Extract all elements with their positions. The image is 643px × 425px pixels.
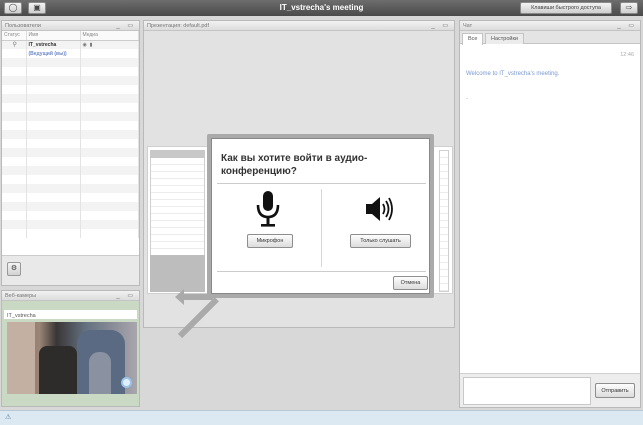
user-name: IT_vstrecha — [28, 41, 57, 48]
chat-panel-header: Чат _ ▭ — [460, 21, 640, 31]
user-row-sub: (Ведущий (вы)) — [2, 49, 139, 58]
chat-tabs: Все Настройки — [460, 31, 640, 45]
users-table: Статус Имя Медиа ⚲ IT_vstrecha ◉ ▮ (Веду… — [2, 31, 139, 238]
users-panel-header: Пользователи _ ▭ — [2, 21, 139, 31]
presentation-panel-title: Презентация: default.pdf — [147, 23, 209, 29]
users-panel-window-controls[interactable]: _ ▭ — [116, 22, 136, 29]
webcam-stream-label: IT_vstrecha — [4, 310, 137, 319]
divider — [217, 183, 426, 184]
audio-join-dialog: Как вы хотите войти в аудио-конференцию?… — [211, 138, 430, 294]
presentation-panel-header: Презентация: default.pdf _ ▭ — [144, 21, 454, 31]
send-button[interactable]: Отправить — [595, 383, 635, 398]
mic-icon[interactable]: ▮ — [90, 42, 93, 48]
chat-welcome-message: Welcome to IT_vstrecha's meeting. — [466, 71, 560, 77]
vertical-divider — [321, 189, 322, 267]
cancel-button[interactable]: Отмена — [393, 276, 428, 290]
arrow-diagonal-icon — [177, 297, 219, 339]
chat-message-input[interactable] — [463, 377, 591, 405]
microphone-button[interactable]: Микрофон — [247, 234, 293, 248]
webcam-video[interactable] — [7, 322, 137, 394]
webcams-panel-window-controls[interactable]: _ ▭ — [116, 292, 136, 299]
logout-icon[interactable]: ⇨ — [620, 2, 638, 14]
settings-gear-icon[interactable]: ⚙ — [7, 262, 21, 276]
webcam-icon[interactable]: ◉ — [83, 42, 87, 48]
webcams-panel-title: Веб-камеры — [5, 293, 37, 299]
user-status-icon: ⚲ — [12, 42, 17, 49]
speaker-icon[interactable] — [364, 194, 394, 224]
chat-panel-title: Чат — [463, 23, 473, 29]
tab-all[interactable]: Все — [462, 33, 484, 45]
slide-thumbnail-right — [439, 150, 449, 292]
column-header-media[interactable]: Медиа — [80, 31, 139, 41]
warning-icon[interactable]: ⚠ — [5, 413, 11, 421]
column-header-name[interactable]: Имя — [26, 31, 81, 41]
chat-separator: - — [466, 96, 468, 102]
user-row[interactable]: ⚲ IT_vstrecha ◉ ▮ — [2, 40, 139, 49]
status-bar: ⚠ — [0, 410, 643, 425]
chat-panel: Чат _ ▭ Все Настройки 12:46 Welcome to I… — [459, 20, 641, 408]
users-footer: ⚙ — [2, 255, 139, 285]
webcams-panel: Веб-камеры _ ▭ IT_vstrecha — [1, 290, 140, 407]
chat-input-area: Отправить — [460, 373, 640, 407]
camera-indicator-icon[interactable] — [121, 377, 132, 388]
tab-settings[interactable]: Настройки — [485, 33, 524, 44]
presentation-window-controls[interactable]: _ ▭ — [431, 22, 451, 29]
shortcut-keys-button[interactable]: Клавиши быстрого доступа — [520, 2, 612, 14]
chat-panel-window-controls[interactable]: _ ▭ — [617, 22, 637, 29]
dialog-title: Как вы хотите войти в аудио-конференцию? — [221, 153, 368, 177]
chat-timestamp: 12:46 — [620, 52, 634, 58]
listen-only-button[interactable]: Только слушать — [350, 234, 411, 248]
top-bar: ◯ ▣ IT_vstrecha's meeting Клавиши быстро… — [0, 0, 643, 16]
users-panel: Пользователи _ ▭ Статус Имя Медиа ⚲ IT_v… — [1, 20, 140, 286]
divider-bottom — [217, 271, 426, 272]
webcams-panel-header: Веб-камеры _ ▭ — [2, 291, 139, 301]
users-panel-title: Пользователи — [5, 23, 41, 29]
column-header-status[interactable]: Статус — [2, 31, 27, 41]
microphone-icon[interactable] — [253, 189, 283, 229]
user-role: (Ведущий (вы)) — [28, 50, 67, 57]
audio-join-dialog-frame: Как вы хотите войти в аудио-конференцию?… — [207, 134, 434, 298]
